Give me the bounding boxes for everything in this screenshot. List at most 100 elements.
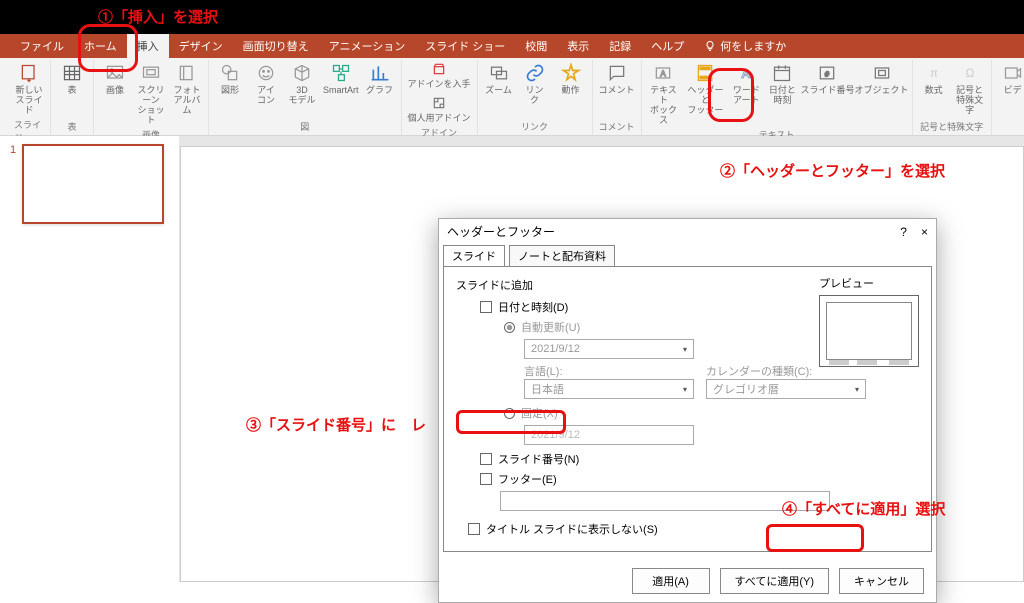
3d-models-button[interactable]: 3D モデル (287, 62, 317, 106)
icons-button[interactable]: アイ コン (251, 62, 281, 106)
dialog-tab-notes[interactable]: ノートと配布資料 (509, 245, 615, 266)
date-dropdown[interactable]: 2021/9/12 ▾ (524, 339, 694, 359)
group-comments: コメント コメント (593, 60, 642, 135)
slide-thumb-1[interactable]: 1 (10, 144, 169, 224)
fixed-row[interactable]: 固定(X) (504, 405, 919, 421)
comment-label: コメント (599, 86, 635, 96)
tab-insert[interactable]: 挿入 (127, 34, 169, 58)
link-button[interactable]: リン ク (520, 62, 550, 106)
screenshot-button[interactable]: スクリーン ショット (136, 62, 166, 126)
shapes-icon (219, 62, 241, 84)
symbol-button[interactable]: Ω 記号と 特殊文字 (955, 62, 985, 116)
tab-transitions[interactable]: 画面切り替え (233, 34, 319, 58)
language-dropdown[interactable]: 日本語 ▾ (524, 379, 694, 399)
zoom-button[interactable]: ズーム (484, 62, 514, 96)
wordart-button[interactable]: A ワード アート (731, 62, 761, 106)
photo-album-button[interactable]: フォト アルバム (172, 62, 202, 116)
textbox-button[interactable]: A テキスト ボックス (648, 62, 680, 126)
calendar-dropdown[interactable]: グレゴリオ暦 ▾ (706, 379, 866, 399)
textbox-label: テキスト ボックス (648, 86, 680, 126)
images-label: 画像 (106, 86, 124, 96)
dialog-tab-slide[interactable]: スライド (443, 245, 505, 266)
tab-view[interactable]: 表示 (557, 34, 599, 58)
link-icon (524, 62, 546, 84)
preview-label: プレビュー (819, 275, 919, 291)
group-comments-title: コメント (599, 120, 635, 133)
table-button[interactable]: 表 (57, 62, 87, 96)
object-button[interactable]: オブジェクト (858, 62, 906, 96)
link-label: リン ク (526, 86, 544, 106)
chevron-down-icon: ▾ (683, 385, 687, 394)
my-addins-button[interactable]: 個人用アドイン (408, 96, 471, 124)
images-button[interactable]: 画像 (100, 62, 130, 96)
tab-home[interactable]: ホーム (74, 34, 127, 58)
zoom-icon (488, 62, 510, 84)
get-addins-label: アドインを入手 (408, 80, 471, 90)
datetime-button[interactable]: 日付と 時刻 (767, 62, 797, 106)
chart-icon (369, 62, 391, 84)
dialog-buttons: 適用(A) すべてに適用(Y) キャンセル (439, 560, 936, 602)
footer-text-input[interactable] (500, 491, 830, 511)
apply-all-button[interactable]: すべてに適用(Y) (720, 568, 829, 594)
group-media: ビデ (992, 60, 1024, 135)
smartart-icon (330, 62, 352, 84)
header-footer-button[interactable]: ヘッダーと フッター (685, 62, 725, 116)
annotation-4-text: ④「すべてに適用」選択 (782, 498, 945, 519)
group-slides: 新しい スライド スライド (8, 60, 51, 135)
new-slide-button[interactable]: 新しい スライド (14, 62, 44, 116)
footer-label: フッター(E) (498, 471, 557, 487)
apply-button[interactable]: 適用(A) (632, 568, 710, 594)
header-footer-icon (694, 62, 716, 84)
smartart-button[interactable]: SmartArt (323, 62, 359, 96)
shapes-button[interactable]: 図形 (215, 62, 245, 96)
group-tables: 表 表 (51, 60, 94, 135)
tab-help[interactable]: ヘルプ (641, 34, 694, 58)
chevron-down-icon: ▾ (683, 345, 687, 354)
slide-number-button[interactable]: # スライド番号 (803, 62, 851, 96)
tab-animations[interactable]: アニメーション (319, 34, 416, 58)
object-label: オブジェクト (855, 86, 909, 96)
action-button[interactable]: 動作 (556, 62, 586, 96)
title-hide-checkbox[interactable] (468, 523, 480, 535)
preview-frame (819, 295, 919, 367)
dialog-close-button[interactable]: × (921, 225, 928, 239)
get-addins-button[interactable]: アドインを入手 (408, 62, 471, 90)
tab-record[interactable]: 記録 (599, 34, 641, 58)
dialog-title: ヘッダーとフッター (447, 223, 555, 240)
icons-icon (255, 62, 277, 84)
equation-button[interactable]: π 数式 (919, 62, 949, 96)
search-placeholder: 何をしますか (720, 38, 786, 54)
photo-album-icon (176, 62, 198, 84)
comment-button[interactable]: コメント (599, 62, 635, 96)
title-slide-hide-row[interactable]: タイトル スライドに表示しない(S) (468, 521, 919, 537)
cancel-button[interactable]: キャンセル (839, 568, 924, 594)
dialog-help-button[interactable]: ? (900, 225, 907, 239)
svg-text:Ω: Ω (965, 67, 974, 80)
header-footer-dialog: ヘッダーとフッター ? × スライド ノートと配布資料 スライドに追加 日付と時… (438, 218, 937, 603)
fixed-date-input[interactable]: 2021/9/12 (524, 425, 694, 445)
language-label: 言語(L): (524, 363, 694, 379)
tab-review[interactable]: 校閲 (515, 34, 557, 58)
auto-update-radio[interactable] (504, 322, 515, 333)
datetime-checkbox[interactable] (480, 301, 492, 313)
annotation-1-text: ①「挿入」を選択 (98, 6, 218, 27)
fixed-radio[interactable] (504, 408, 515, 419)
slide-number-checkbox[interactable] (480, 453, 492, 465)
svg-text:#: # (825, 69, 830, 78)
slide-thumbnail (22, 144, 164, 224)
video-button[interactable]: ビデ (998, 62, 1024, 96)
svg-text:A: A (661, 68, 667, 78)
chart-button[interactable]: グラフ (365, 62, 395, 96)
slide-number-icon: # (816, 62, 838, 84)
fixed-date-value: 2021/9/12 (531, 429, 580, 441)
footer-row[interactable]: フッター(E) (480, 471, 919, 487)
chevron-down-icon: ▾ (855, 385, 859, 394)
slide-number-row[interactable]: スライド番号(N) (480, 451, 919, 467)
dialog-tabs: スライド ノートと配布資料 (439, 244, 936, 266)
tab-file[interactable]: ファイル (10, 34, 74, 58)
tab-slideshow[interactable]: スライド ショー (415, 34, 515, 58)
footer-checkbox[interactable] (480, 473, 492, 485)
tell-me-search[interactable]: 何をしますか (704, 38, 786, 54)
symbol-label: 記号と 特殊文字 (955, 86, 985, 116)
tab-design[interactable]: デザイン (169, 34, 233, 58)
